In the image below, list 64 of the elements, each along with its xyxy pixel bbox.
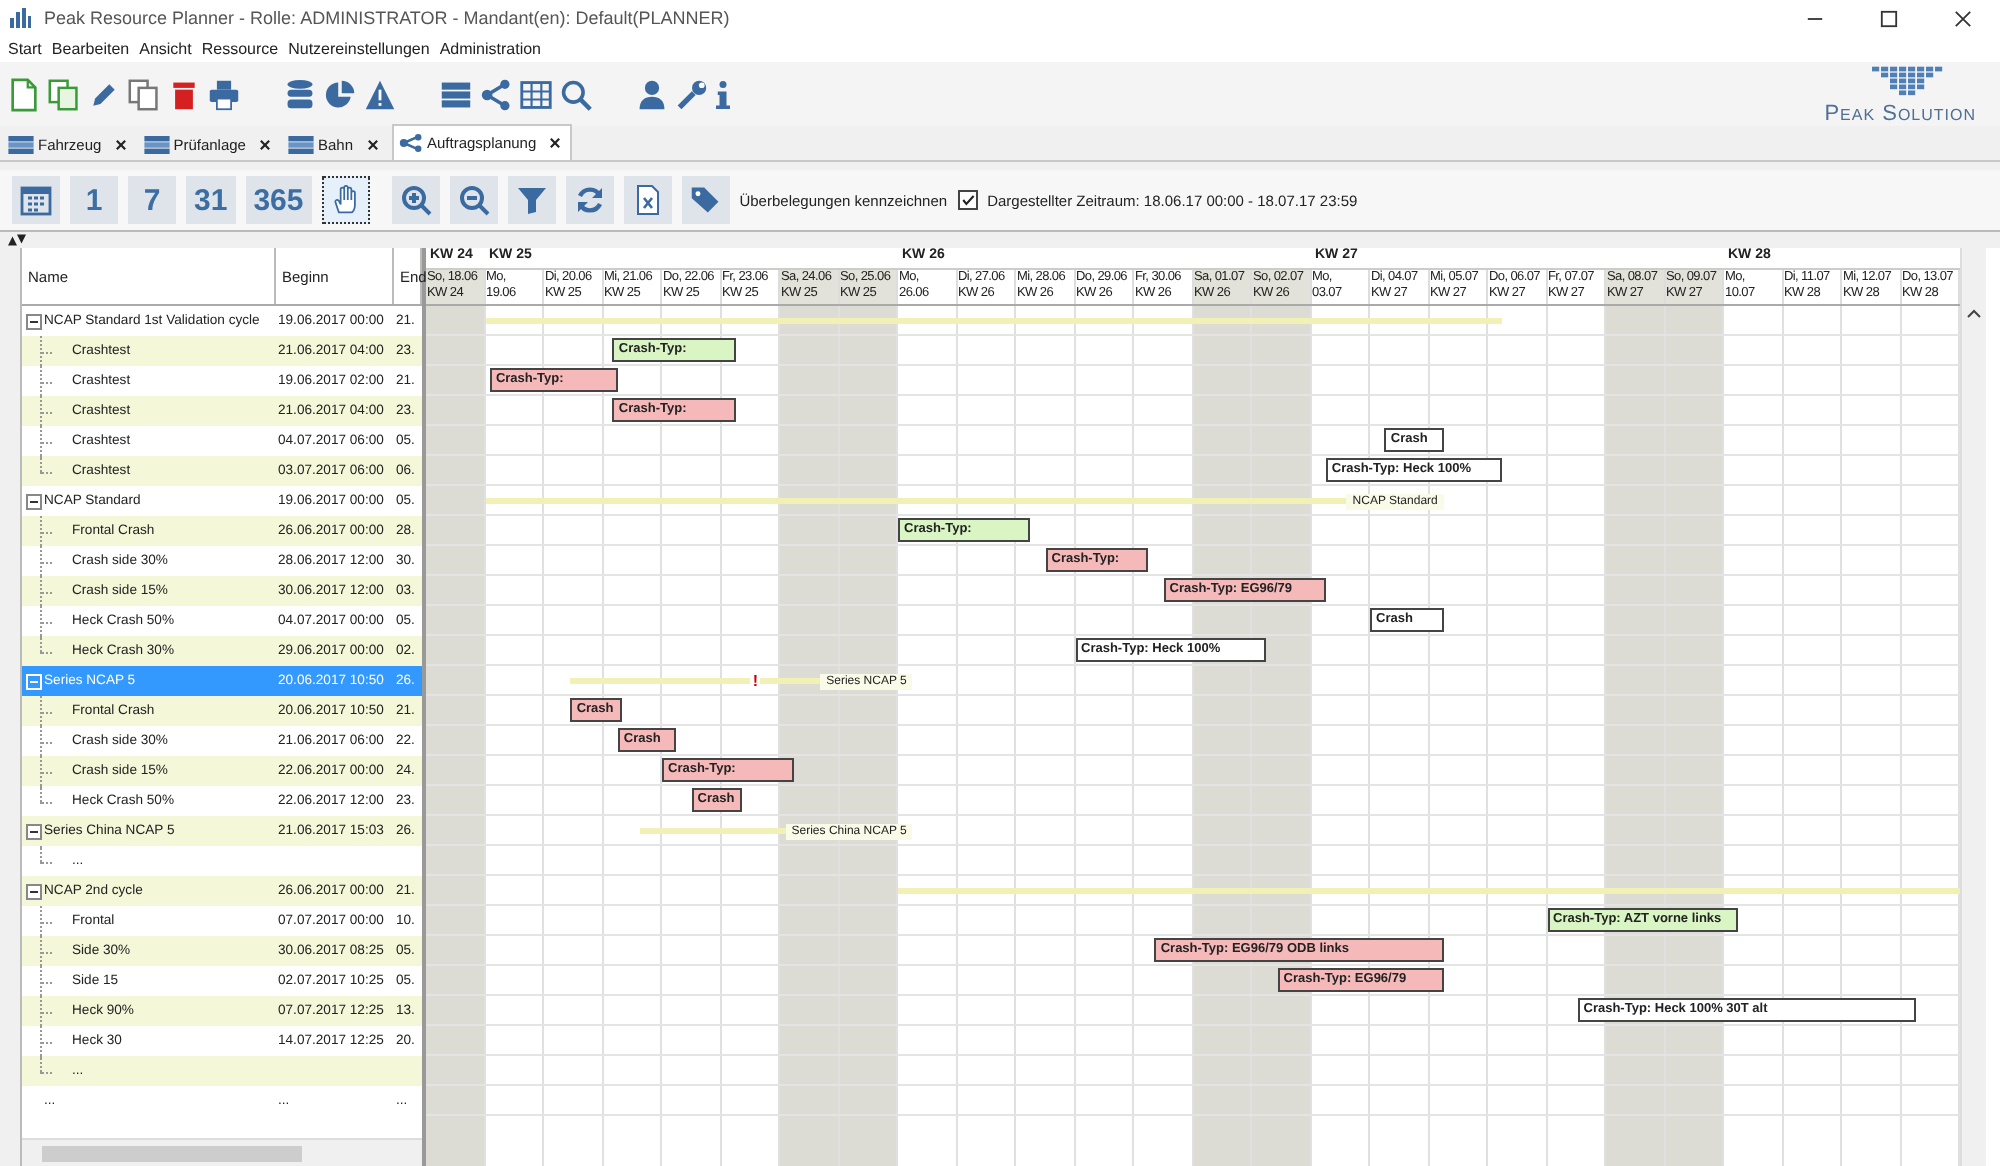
menu-item[interactable]: Bearbeiten bbox=[51, 40, 130, 58]
close-icon[interactable] bbox=[115, 140, 126, 150]
pie-chart-icon[interactable] bbox=[324, 77, 356, 111]
hand-tool-button[interactable] bbox=[321, 176, 370, 224]
horizontal-scrollbar[interactable] bbox=[22, 1138, 422, 1166]
spreadsheet-file-icon bbox=[631, 184, 664, 216]
user-icon[interactable] bbox=[636, 77, 668, 111]
scale-button[interactable]: 365 bbox=[245, 176, 312, 224]
wrench-icon[interactable] bbox=[676, 77, 708, 111]
database-icon[interactable] bbox=[284, 77, 316, 111]
close-icon[interactable] bbox=[367, 140, 377, 150]
scale-button[interactable]: 31 bbox=[186, 176, 236, 224]
collapse-icon[interactable] bbox=[26, 493, 42, 509]
scroll-up-icon[interactable] bbox=[1966, 308, 1982, 318]
menu-item[interactable]: Start bbox=[8, 40, 42, 58]
maximize-icon[interactable] bbox=[1880, 9, 1898, 27]
info-icon[interactable] bbox=[716, 77, 730, 111]
table-icon[interactable] bbox=[520, 77, 552, 111]
warning-mark: ! bbox=[750, 673, 761, 689]
collapse-icon[interactable] bbox=[26, 313, 42, 329]
list-icon bbox=[287, 136, 314, 154]
menu-item[interactable]: Ressource bbox=[201, 40, 279, 58]
refresh-button[interactable] bbox=[565, 176, 614, 224]
print-icon[interactable] bbox=[208, 77, 240, 111]
collapse-icon[interactable] bbox=[26, 883, 42, 899]
sort-icon[interactable] bbox=[8, 234, 26, 246]
menu-item[interactable]: Administration bbox=[439, 40, 541, 58]
list-icon bbox=[8, 136, 34, 154]
overbooking-checkbox[interactable] bbox=[957, 190, 978, 210]
copy-icon[interactable] bbox=[48, 77, 80, 111]
share-icon bbox=[397, 134, 423, 152]
duplicate-icon[interactable] bbox=[128, 77, 160, 111]
filter-button[interactable] bbox=[507, 176, 556, 224]
logo-text: Peak Solution bbox=[1824, 102, 1976, 126]
scale-button[interactable]: 1 bbox=[70, 176, 118, 224]
close-icon[interactable] bbox=[550, 138, 561, 148]
hand-icon bbox=[329, 184, 362, 216]
warning-icon[interactable] bbox=[364, 77, 396, 111]
window-title: Peak Resource Planner - Rolle: ADMINISTRATOR - Mandant(en): Default(PLANNER) bbox=[44, 8, 732, 28]
new-file-icon[interactable] bbox=[8, 77, 40, 111]
tag-button[interactable] bbox=[681, 176, 730, 224]
excel-export-button[interactable] bbox=[623, 176, 672, 224]
share-icon[interactable] bbox=[480, 77, 512, 111]
app-icon bbox=[8, 6, 32, 30]
zoom-in-icon bbox=[399, 184, 432, 216]
refresh-icon bbox=[573, 184, 606, 216]
scale-button[interactable]: 7 bbox=[128, 176, 176, 224]
tag-icon bbox=[689, 184, 722, 216]
calendar-icon bbox=[20, 184, 52, 216]
search-icon[interactable] bbox=[560, 77, 592, 111]
list-icon bbox=[143, 136, 170, 154]
list-icon[interactable] bbox=[440, 77, 472, 111]
zoom-out-icon bbox=[457, 184, 490, 216]
filter-icon bbox=[515, 184, 548, 216]
menu-item[interactable]: Ansicht bbox=[139, 40, 192, 58]
vertical-scrollbar[interactable] bbox=[1960, 248, 1986, 1166]
calendar-button[interactable] bbox=[12, 176, 60, 224]
menu-item[interactable]: Nutzereinstellungen bbox=[288, 40, 430, 58]
zoom-in-button[interactable] bbox=[391, 176, 440, 224]
zoom-out-button[interactable] bbox=[449, 176, 498, 224]
trash-icon[interactable] bbox=[168, 77, 200, 111]
close-icon[interactable] bbox=[1954, 9, 1972, 27]
close-icon[interactable] bbox=[259, 140, 270, 150]
collapse-icon[interactable] bbox=[26, 823, 42, 839]
